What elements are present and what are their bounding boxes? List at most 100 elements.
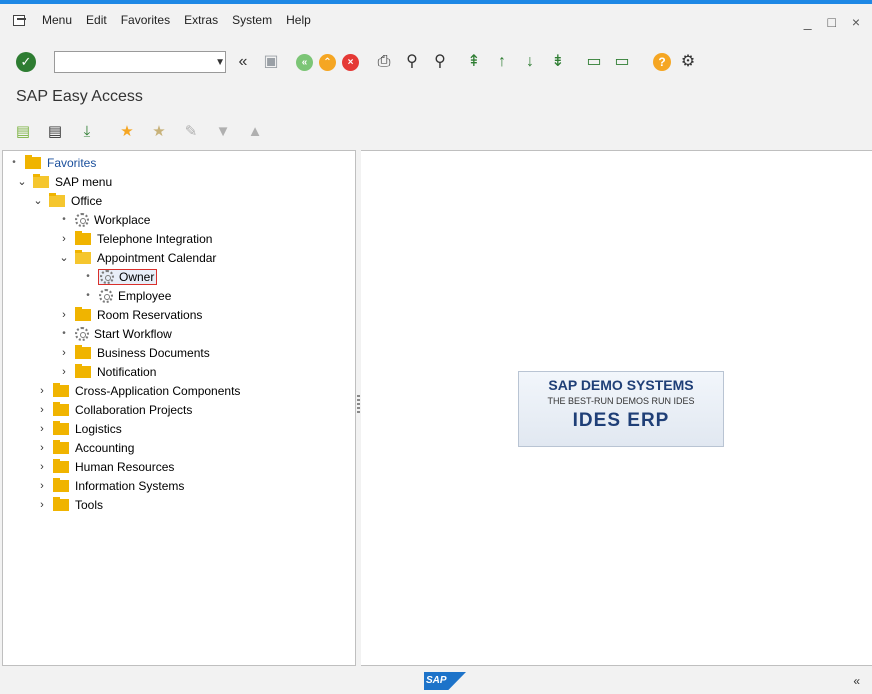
tree-label: Appointment Calendar bbox=[97, 250, 217, 265]
folder-open-icon bbox=[49, 192, 65, 207]
menu-menu[interactable]: Menu bbox=[42, 13, 72, 27]
command-input[interactable] bbox=[54, 52, 216, 72]
tree-node-accounting[interactable]: › Accounting bbox=[37, 438, 134, 457]
transaction-icon bbox=[75, 326, 89, 341]
other-menu-icon[interactable]: ⤓ bbox=[78, 123, 96, 141]
user-menu-icon[interactable]: ▤ bbox=[14, 123, 32, 141]
first-page-icon[interactable]: ⇞ bbox=[465, 53, 483, 71]
selected-node[interactable]: Owner bbox=[97, 268, 158, 285]
tree-node-employee[interactable]: • Employee bbox=[83, 286, 171, 305]
menu-favorites[interactable]: Favorites bbox=[121, 13, 170, 27]
tree-label: Cross-Application Components bbox=[75, 383, 241, 398]
sap-menu-icon[interactable]: ▤ bbox=[46, 123, 64, 141]
back-double-chevron-icon[interactable]: « bbox=[234, 53, 252, 71]
tree-label: Logistics bbox=[75, 421, 122, 436]
shortcut-icon[interactable]: ▭ bbox=[613, 53, 631, 71]
move-down-icon[interactable]: ▼ bbox=[214, 123, 232, 141]
transaction-icon bbox=[75, 212, 89, 227]
menu-icon[interactable] bbox=[12, 13, 28, 27]
chevron-right-icon[interactable]: › bbox=[37, 461, 47, 473]
tree-node-collaboration-projects[interactable]: › Collaboration Projects bbox=[37, 400, 192, 419]
tree-label: Workplace bbox=[94, 212, 151, 227]
chevron-right-icon[interactable]: › bbox=[37, 480, 47, 492]
menu-system[interactable]: System bbox=[232, 13, 272, 27]
last-page-icon[interactable]: ⇟ bbox=[549, 53, 567, 71]
folder-icon bbox=[53, 420, 69, 435]
exit-icon[interactable]: ⌃ bbox=[319, 53, 336, 71]
tree-label: Business Documents bbox=[97, 345, 210, 360]
logo-line-1: SAP DEMO SYSTEMS bbox=[548, 377, 694, 393]
window-controls[interactable]: _ □ × bbox=[804, 14, 866, 30]
print-icon[interactable]: ⎙ bbox=[375, 53, 393, 71]
chevron-down-icon[interactable]: ⌄ bbox=[59, 251, 69, 264]
chevron-right-icon[interactable]: › bbox=[59, 233, 69, 245]
create-session-icon[interactable]: ▭ bbox=[585, 53, 603, 71]
command-field[interactable]: ▼ bbox=[54, 51, 226, 73]
previous-page-icon[interactable]: ↑ bbox=[493, 53, 511, 71]
chevron-down-icon[interactable]: ⌄ bbox=[33, 194, 43, 207]
tree-node-logistics[interactable]: › Logistics bbox=[37, 419, 122, 438]
find-icon[interactable]: ⚲ bbox=[403, 53, 421, 71]
page-title: SAP Easy Access bbox=[16, 88, 143, 105]
tree-node-room-reservations[interactable]: › Room Reservations bbox=[59, 305, 202, 324]
bullet-icon: • bbox=[12, 157, 16, 168]
tree-node-telephone-integration[interactable]: › Telephone Integration bbox=[59, 229, 212, 248]
tree-node-workplace[interactable]: • Workplace bbox=[59, 210, 150, 229]
chevron-right-icon[interactable]: › bbox=[59, 309, 69, 321]
back-icon[interactable]: « bbox=[296, 53, 313, 71]
command-dropdown-icon[interactable]: ▼ bbox=[215, 57, 225, 68]
bullet-icon: • bbox=[86, 290, 90, 301]
chevron-right-icon[interactable]: › bbox=[37, 404, 47, 416]
tree-node-owner[interactable]: • Owner bbox=[83, 267, 158, 286]
add-favorite-icon[interactable]: ★ bbox=[118, 123, 136, 141]
collapse-status-icon[interactable]: « bbox=[853, 674, 860, 688]
application-toolbar: ▤ ▤ ⤓ ★ ★ ✎ ▼ ▲ bbox=[0, 118, 264, 146]
status-bar: SAP « bbox=[0, 666, 872, 694]
settings-icon[interactable]: ⚙ bbox=[679, 53, 697, 71]
standard-toolbar: ✓ ▼ « ▣ « ⌃ × ⎙ ⚲ ⚲ ⇞ ↑ ↓ ⇟ ▭ ▭ ? ⚙ bbox=[0, 42, 872, 82]
chevron-right-icon[interactable]: › bbox=[37, 385, 47, 397]
folder-icon bbox=[75, 363, 91, 378]
help-icon[interactable]: ? bbox=[653, 53, 671, 71]
tree-node-human-resources[interactable]: › Human Resources bbox=[37, 457, 174, 476]
folder-icon bbox=[53, 382, 69, 397]
tree-node-office[interactable]: ⌄ Office bbox=[33, 191, 102, 210]
save-icon[interactable]: ▣ bbox=[262, 53, 280, 71]
tree-node-notification[interactable]: › Notification bbox=[59, 362, 156, 381]
move-up-icon[interactable]: ▲ bbox=[246, 123, 264, 141]
chevron-right-icon[interactable]: › bbox=[37, 423, 47, 435]
enter-check-icon[interactable]: ✓ bbox=[16, 52, 36, 72]
tree-node-appointment-calendar[interactable]: ⌄ Appointment Calendar bbox=[59, 248, 216, 267]
chevron-right-icon[interactable]: › bbox=[37, 442, 47, 454]
tree-node-sap-menu[interactable]: ⌄ SAP menu bbox=[17, 172, 112, 191]
delete-favorite-icon[interactable]: ★ bbox=[150, 123, 168, 141]
tree-node-favorites[interactable]: • Favorites bbox=[9, 153, 96, 172]
tree-node-cross-application[interactable]: › Cross-Application Components bbox=[37, 381, 240, 400]
tree-node-tools[interactable]: › Tools bbox=[37, 495, 103, 514]
next-page-icon[interactable]: ↓ bbox=[521, 53, 539, 71]
change-favorite-icon[interactable]: ✎ bbox=[182, 123, 200, 141]
logo-line-2: THE BEST-RUN DEMOS RUN IDES bbox=[547, 396, 695, 406]
chevron-right-icon[interactable]: › bbox=[59, 366, 69, 378]
folder-icon bbox=[75, 230, 91, 245]
menu-edit[interactable]: Edit bbox=[86, 13, 107, 27]
tree-node-business-documents[interactable]: › Business Documents bbox=[59, 343, 210, 362]
chevron-down-icon[interactable]: ⌄ bbox=[17, 175, 27, 188]
folder-icon bbox=[53, 477, 69, 492]
navigation-tree: • Favorites ⌄ SAP menu ⌄ Office • Workpl… bbox=[2, 150, 356, 666]
sap-logo: SAP bbox=[424, 672, 466, 690]
splitter-grip-icon[interactable] bbox=[357, 395, 360, 413]
find-next-icon[interactable]: ⚲ bbox=[431, 53, 449, 71]
tree-node-information-systems[interactable]: › Information Systems bbox=[37, 476, 184, 495]
tree-label: Tools bbox=[75, 497, 104, 512]
menu-extras[interactable]: Extras bbox=[184, 13, 218, 27]
tree-label: Accounting bbox=[75, 440, 135, 455]
menu-help[interactable]: Help bbox=[286, 13, 311, 27]
transaction-icon bbox=[99, 288, 113, 303]
cancel-icon[interactable]: × bbox=[342, 53, 359, 71]
chevron-right-icon[interactable]: › bbox=[37, 499, 47, 511]
chevron-right-icon[interactable]: › bbox=[59, 347, 69, 359]
tree-node-start-workflow[interactable]: • Start Workflow bbox=[59, 324, 172, 343]
tree-label: Room Reservations bbox=[97, 307, 203, 322]
menu-bar: Menu Edit Favorites Extras System Help _… bbox=[0, 4, 872, 36]
